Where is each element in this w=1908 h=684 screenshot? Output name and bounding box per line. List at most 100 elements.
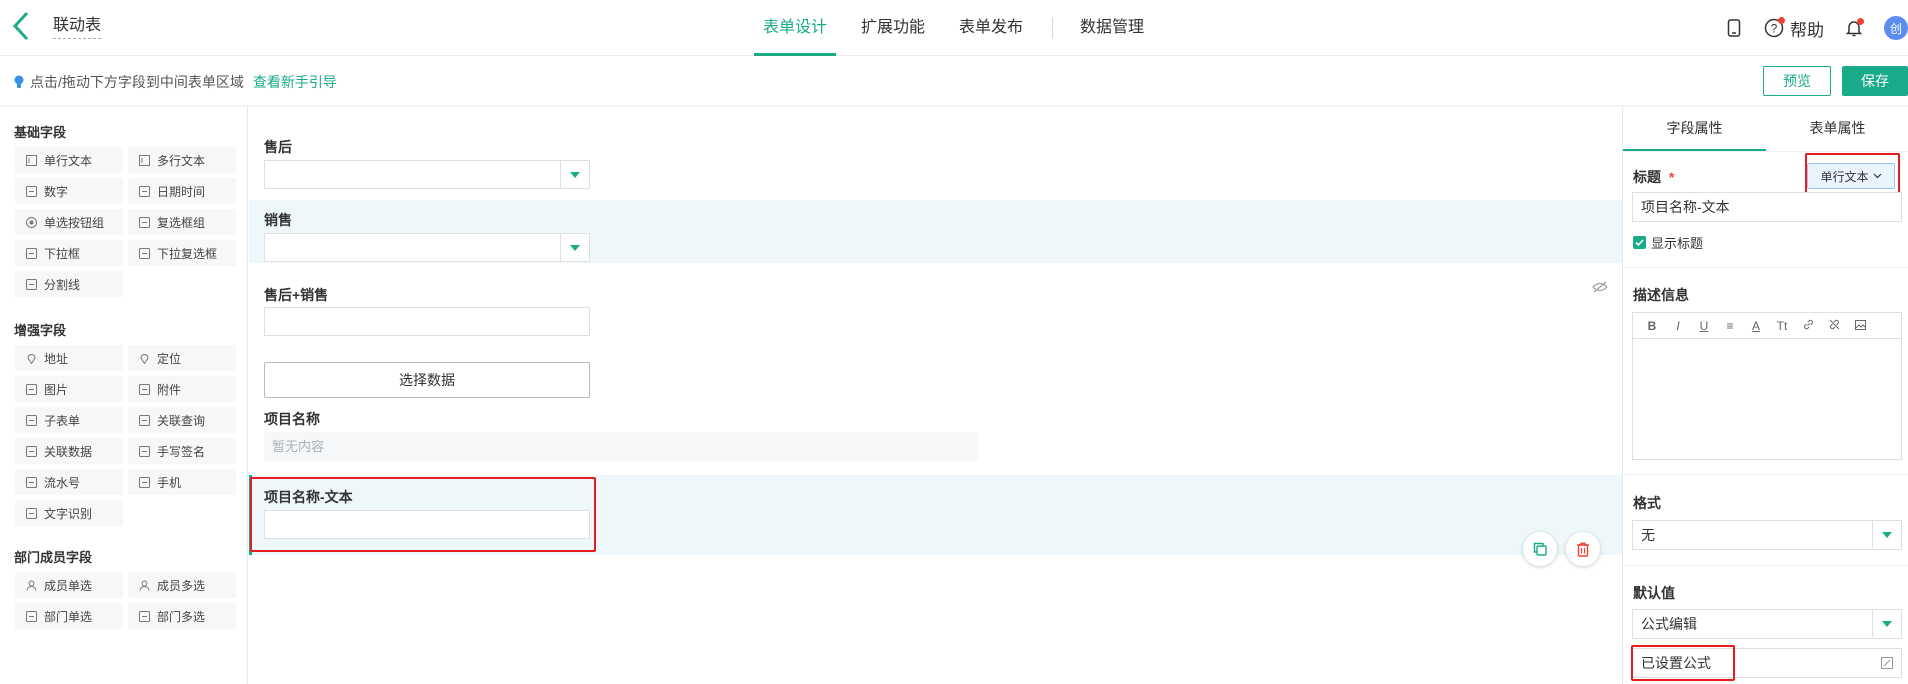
- palette-field[interactable]: 附件: [128, 376, 236, 402]
- edit-icon[interactable]: [1881, 657, 1893, 669]
- palette-field[interactable]: 分割线: [15, 271, 123, 297]
- divider-icon: [25, 278, 37, 290]
- svg-text:?: ?: [1771, 22, 1778, 36]
- delete-icon[interactable]: [1566, 532, 1600, 566]
- palette-field[interactable]: 单行文本: [15, 147, 123, 173]
- bell-icon[interactable]: [1842, 16, 1866, 40]
- palette-field-label: 单选按钮组: [44, 215, 105, 230]
- field-label-project-name: 项目名称: [264, 411, 320, 427]
- formula-input[interactable]: 已设置公式: [1632, 648, 1902, 678]
- radio-icon: [25, 216, 37, 228]
- chevron-down-icon[interactable]: [1872, 610, 1901, 637]
- tab-form-properties[interactable]: 表单属性: [1766, 107, 1908, 151]
- link-icon[interactable]: [1795, 319, 1821, 333]
- palette-field[interactable]: 部门多选: [128, 603, 236, 629]
- multi-dropdown-icon: [138, 247, 150, 259]
- palette-field[interactable]: 关联数据: [15, 438, 123, 464]
- title-input[interactable]: 项目名称-文本: [1632, 192, 1902, 222]
- bulb-icon: [14, 75, 24, 89]
- palette-field[interactable]: 手机: [128, 469, 236, 495]
- font-size-icon[interactable]: Tt: [1769, 319, 1795, 333]
- underline-icon[interactable]: U: [1691, 319, 1717, 333]
- aftersale-select[interactable]: [264, 160, 590, 189]
- tab-field-properties[interactable]: 字段属性: [1623, 107, 1766, 151]
- palette-field[interactable]: 子表单: [15, 407, 123, 433]
- mobile-preview-icon[interactable]: [1722, 16, 1746, 40]
- phone-icon: [138, 476, 150, 488]
- guide-link[interactable]: 查看新手引导: [253, 72, 337, 92]
- tab-divider: [1052, 18, 1054, 38]
- palette-field[interactable]: 日期时间: [128, 178, 236, 204]
- save-button[interactable]: 保存: [1842, 66, 1908, 96]
- palette-field[interactable]: 下拉复选框: [128, 240, 236, 266]
- palette-field-label: 文字识别: [44, 506, 93, 521]
- select-data-button[interactable]: 选择数据: [264, 362, 590, 398]
- unlink-icon[interactable]: [1821, 319, 1847, 333]
- project-name-text-input[interactable]: [264, 510, 590, 539]
- help-button[interactable]: ? 帮助: [1762, 16, 1824, 41]
- italic-icon[interactable]: I: [1665, 319, 1691, 333]
- palette-field[interactable]: 成员多选: [128, 572, 236, 598]
- project-name-value: 暂无内容: [264, 432, 978, 461]
- combined-input[interactable]: [264, 307, 590, 336]
- tab-form-design[interactable]: 表单设计: [754, 0, 837, 56]
- default-mode-select[interactable]: 公式编辑: [1632, 609, 1902, 639]
- chevron-down-icon[interactable]: [1872, 521, 1901, 548]
- preview-button[interactable]: 预览: [1763, 66, 1831, 96]
- palette-field[interactable]: 图片: [15, 376, 123, 402]
- chevron-down-icon[interactable]: [560, 161, 589, 188]
- palette-field[interactable]: 复选框组: [128, 209, 236, 235]
- align-icon[interactable]: ≡: [1717, 319, 1743, 333]
- tab-form-publish[interactable]: 表单发布: [950, 0, 1032, 56]
- palette-field[interactable]: 地址: [15, 345, 123, 371]
- palette-field[interactable]: 成员单选: [15, 572, 123, 598]
- palette-field-label: 图片: [44, 382, 69, 397]
- palette-field[interactable]: 部门单选: [15, 603, 123, 629]
- title-property-label: 标题 *: [1633, 167, 1674, 187]
- palette-field-label: 手写签名: [157, 444, 206, 459]
- dropdown-icon: [25, 247, 37, 259]
- field-type-dropdown[interactable]: 单行文本: [1807, 163, 1895, 189]
- palette-field[interactable]: 手写签名: [128, 438, 236, 464]
- palette-field-label: 部门单选: [44, 609, 93, 624]
- field-label-combined: 售后+销售: [264, 287, 329, 303]
- palette-field-label: 地址: [44, 351, 69, 366]
- tab-extensions[interactable]: 扩展功能: [852, 0, 934, 56]
- palette-field-label: 成员单选: [44, 578, 93, 593]
- location-icon: [138, 352, 150, 364]
- dept-single-icon: [25, 610, 37, 622]
- font-color-icon[interactable]: A: [1743, 319, 1769, 333]
- ocr-icon: [25, 507, 37, 519]
- help-icon: ?: [1762, 16, 1786, 40]
- palette-field[interactable]: 文字识别: [15, 500, 123, 526]
- show-title-checkbox[interactable]: 显示标题: [1633, 233, 1703, 252]
- image-icon[interactable]: [1847, 319, 1873, 333]
- description-editor[interactable]: B I U ≡ A Tt: [1632, 312, 1902, 460]
- palette-field-label: 关联数据: [44, 444, 93, 459]
- number-icon: [25, 185, 37, 197]
- palette-field[interactable]: 下拉框: [15, 240, 123, 266]
- back-icon[interactable]: [10, 10, 34, 42]
- palette-field[interactable]: 数字: [15, 178, 123, 204]
- drag-hint: 点击/拖动下方字段到中间表单区域 查看新手引导: [14, 72, 337, 92]
- field-label-project-name-text: 项目名称-文本: [264, 489, 353, 505]
- format-select[interactable]: 无: [1632, 520, 1902, 550]
- palette-field-label: 单行文本: [44, 153, 93, 168]
- palette-field[interactable]: 关联查询: [128, 407, 236, 433]
- chevron-down-icon[interactable]: [560, 234, 589, 261]
- sales-select[interactable]: [264, 233, 590, 262]
- copy-icon[interactable]: [1523, 532, 1557, 566]
- hidden-eye-icon[interactable]: [1592, 280, 1608, 298]
- title-label-text: 标题: [1633, 169, 1661, 185]
- palette-field[interactable]: 单选按钮组: [15, 209, 123, 235]
- app-title[interactable]: 联动表: [53, 16, 102, 39]
- palette-field[interactable]: 定位: [128, 345, 236, 371]
- member-single-icon: [25, 579, 37, 591]
- bold-icon[interactable]: B: [1639, 319, 1665, 333]
- palette-field[interactable]: 多行文本: [128, 147, 236, 173]
- tab-data-management[interactable]: 数据管理: [1071, 0, 1153, 56]
- field-type-label: 单行文本: [1820, 169, 1869, 184]
- avatar[interactable]: 创: [1884, 16, 1908, 40]
- attachment-icon: [138, 383, 150, 395]
- palette-field[interactable]: 流水号: [15, 469, 123, 495]
